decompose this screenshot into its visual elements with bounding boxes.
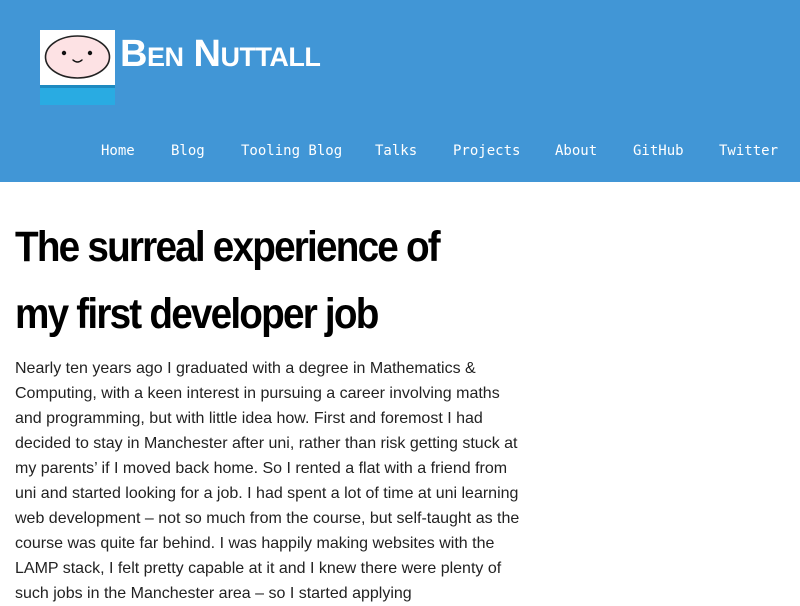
nav-item-talks[interactable]: Talks	[375, 141, 417, 161]
nav-item-twitter[interactable]: Twitter	[719, 141, 778, 161]
post-title: The surreal experience of my first devel…	[15, 223, 441, 338]
nav-item-blog[interactable]: Blog	[171, 141, 205, 161]
nav-item-projects[interactable]: Projects	[453, 141, 520, 161]
post-body-paragraph: Nearly ten years ago I graduated with a …	[15, 360, 520, 602]
site-header: Ben Nuttall Home Blog Tooling Blog Talks…	[0, 0, 800, 182]
site-logo-avatar[interactable]	[40, 30, 115, 105]
nav-item-github[interactable]: GitHub	[633, 141, 684, 161]
finn-face-icon	[40, 30, 115, 105]
main-nav: Home Blog Tooling Blog Talks Projects Ab…	[0, 141, 800, 161]
site-title[interactable]: Ben Nuttall	[120, 33, 321, 76]
nav-item-home[interactable]: Home	[101, 141, 135, 161]
nav-item-about[interactable]: About	[555, 141, 597, 161]
nav-item-tooling-blog[interactable]: Tooling Blog	[241, 141, 342, 161]
